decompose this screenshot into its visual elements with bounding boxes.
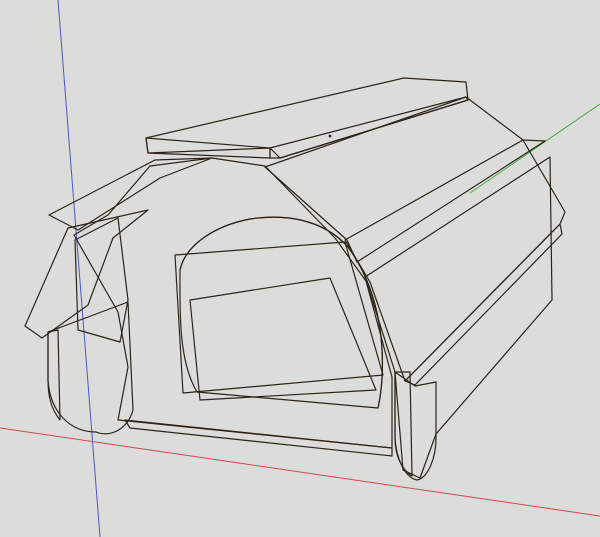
nail-mark: [328, 134, 332, 138]
roof-panel-right-lower[interactable]: [344, 139, 566, 382]
green-axis: [469, 103, 600, 194]
roof-panel-right-bottom-edge: [404, 223, 563, 386]
front-wall[interactable]: [73, 157, 393, 449]
sketchup-viewport[interactable]: [0, 0, 600, 537]
door-opening: [179, 216, 383, 409]
roof-ridge-board[interactable]: [145, 77, 469, 159]
side-wall-right[interactable]: [364, 156, 553, 479]
interior: [174, 241, 384, 401]
model-axes: [0, 0, 600, 537]
roof-panel-left-lower[interactable]: [24, 209, 149, 339]
model-canvas[interactable]: [0, 0, 600, 537]
roof-panel-right-upper[interactable]: [264, 96, 546, 263]
red-axis: [0, 427, 600, 517]
